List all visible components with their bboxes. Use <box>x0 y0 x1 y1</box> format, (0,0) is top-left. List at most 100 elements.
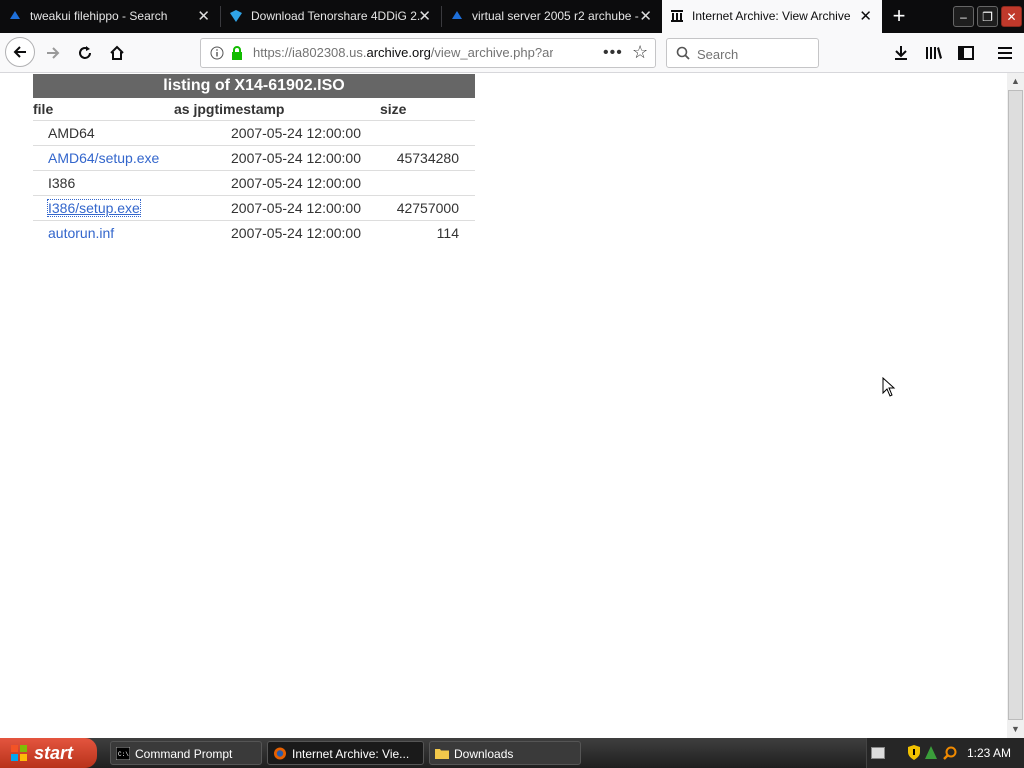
size-cell: 114 <box>436 225 459 241</box>
tab-strip: tweakui filehippo - Search ✕ Download Te… <box>0 0 1024 33</box>
taskbar-internet-archive[interactable]: Internet Archive: Vie... <box>267 741 424 765</box>
download-icon <box>895 46 907 60</box>
url-path: /view_archive.php?arch <box>430 45 553 60</box>
column-header-size: size <box>380 101 407 117</box>
system-tray: 1:23 AM <box>866 738 1024 768</box>
column-header-timestamp: as jpgtimestamp <box>174 101 285 117</box>
home-icon <box>110 45 124 60</box>
back-button[interactable] <box>5 37 35 67</box>
vertical-scrollbar[interactable]: ▲ ▼ <box>1007 73 1024 738</box>
tab-title: virtual server 2005 r2 archube - <box>472 9 639 23</box>
library-button[interactable] <box>919 38 949 68</box>
bookmark-star-icon[interactable]: ☆ <box>632 42 648 63</box>
table-row: AMD64/setup.exe 2007-05-24 12:00:00 4573… <box>33 146 475 171</box>
taskbar-command-prompt[interactable]: C:\ Command Prompt <box>110 741 262 765</box>
taskbar: start C:\ Command Prompt Internet Archiv… <box>0 738 1024 768</box>
search-engine-icon <box>452 11 462 19</box>
network-icon[interactable] <box>924 745 938 760</box>
mouse-cursor-icon <box>882 377 896 397</box>
menu-button[interactable] <box>990 38 1020 68</box>
search-bar[interactable] <box>666 38 819 68</box>
back-arrow-icon <box>13 46 26 58</box>
tab-internet-archive[interactable]: Internet Archive: View Archive ✕ <box>662 0 882 33</box>
table-row: AMD64 2007-05-24 12:00:00 <box>33 121 475 146</box>
timestamp-cell: 2007-05-24 12:00:00 <box>231 150 361 166</box>
file-link[interactable]: autorun.inf <box>48 225 114 241</box>
timestamp-cell: 2007-05-24 12:00:00 <box>231 175 361 191</box>
close-tab-icon[interactable]: ✕ <box>639 0 652 33</box>
file-link[interactable]: AMD64/setup.exe <box>48 150 159 166</box>
task-label: Internet Archive: Vie... <box>292 747 410 761</box>
url-bar[interactable]: https://ia802308.us.archive.org/view_arc… <box>200 38 656 68</box>
column-header-file: file <box>33 101 54 117</box>
navigation-toolbar: https://ia802308.us.archive.org/view_arc… <box>0 33 1024 73</box>
timestamp-cell: 2007-05-24 12:00:00 <box>231 200 361 216</box>
windows-logo-icon <box>11 745 27 761</box>
folder-name: I386 <box>48 175 76 191</box>
listing-header-row: file as jpgtimestamp size <box>33 98 475 121</box>
close-tab-icon[interactable]: ✕ <box>418 0 431 33</box>
new-tab-button[interactable]: + <box>888 0 910 33</box>
file-link[interactable]: I386/setup.exe <box>47 199 141 217</box>
close-tab-icon[interactable]: ✕ <box>197 0 210 33</box>
tab-title: Internet Archive: View Archive <box>692 9 851 23</box>
minimize-button[interactable]: – <box>953 6 974 27</box>
home-button[interactable] <box>102 38 132 68</box>
sidebar-button[interactable] <box>951 38 981 68</box>
timestamp-cell: 2007-05-24 12:00:00 <box>231 125 361 141</box>
listing-title: listing of X14-61902.ISO <box>33 74 475 98</box>
archive-icon <box>671 10 683 22</box>
table-row: I386/setup.exe 2007-05-24 12:00:00 42757… <box>33 196 475 221</box>
hamburger-menu-icon <box>998 47 1012 59</box>
tab-virtual-server[interactable]: virtual server 2005 r2 archube - ✕ <box>442 0 662 33</box>
url-host: archive.org <box>366 45 431 60</box>
start-label: start <box>34 743 74 763</box>
archive-listing: listing of X14-61902.ISO file as jpgtime… <box>33 74 475 245</box>
svg-text:C:\: C:\ <box>118 751 129 758</box>
reload-icon <box>79 46 91 59</box>
url-prefix: https://ia802308.us. <box>253 45 367 60</box>
tab-title: Download Tenorshare 4DDiG 2.5. <box>251 9 421 23</box>
search-icon <box>676 46 690 60</box>
folder-icon <box>435 749 449 759</box>
command-prompt-icon: C:\ <box>116 747 130 760</box>
search-engine-icon <box>10 11 20 19</box>
timestamp-cell: 2007-05-24 12:00:00 <box>231 225 361 241</box>
tab-tweakui-search[interactable]: tweakui filehippo - Search ✕ <box>0 0 220 33</box>
forward-arrow-icon <box>47 47 60 59</box>
page-content: listing of X14-61902.ISO file as jpgtime… <box>0 73 1007 737</box>
sidebar-icon <box>958 46 974 60</box>
search-input[interactable] <box>695 43 817 65</box>
security-shield-icon[interactable] <box>908 745 920 760</box>
forward-button[interactable] <box>38 38 68 68</box>
start-button[interactable]: start <box>0 738 97 768</box>
size-cell: 45734280 <box>396 150 459 166</box>
url-text[interactable]: https://ia802308.us.archive.org/view_arc… <box>253 39 553 67</box>
task-label: Command Prompt <box>135 747 233 761</box>
clock[interactable]: 1:23 AM <box>967 738 1011 768</box>
scroll-down-arrow-icon[interactable]: ▼ <box>1007 721 1024 738</box>
page-actions-menu-icon[interactable]: ••• <box>603 44 623 62</box>
size-cell: 42757000 <box>396 200 459 216</box>
tab-tenorshare[interactable]: Download Tenorshare 4DDiG 2.5. ✕ <box>221 0 441 33</box>
taskbar-downloads[interactable]: Downloads <box>429 741 581 765</box>
scroll-up-arrow-icon[interactable]: ▲ <box>1007 73 1024 90</box>
restore-button[interactable]: ❐ <box>977 6 998 27</box>
reload-button[interactable] <box>70 38 100 68</box>
info-icon[interactable] <box>210 46 224 60</box>
tab-title: tweakui filehippo - Search <box>30 9 168 23</box>
table-row: autorun.inf 2007-05-24 12:00:00 114 <box>33 221 475 245</box>
firefox-icon <box>274 747 286 760</box>
folder-name: AMD64 <box>48 125 95 141</box>
task-label: Downloads <box>454 747 514 761</box>
close-tab-icon[interactable]: ✕ <box>859 0 872 33</box>
lock-icon[interactable] <box>231 46 243 60</box>
tenorshare-icon <box>230 10 242 22</box>
downloads-button[interactable] <box>886 38 916 68</box>
library-icon <box>926 47 942 59</box>
scrollbar-thumb[interactable] <box>1008 90 1023 720</box>
search-tray-icon[interactable] <box>943 746 957 760</box>
close-window-button[interactable]: ✕ <box>1001 6 1022 27</box>
table-row: I386 2007-05-24 12:00:00 <box>33 171 475 196</box>
keyboard-icon[interactable] <box>871 747 885 759</box>
